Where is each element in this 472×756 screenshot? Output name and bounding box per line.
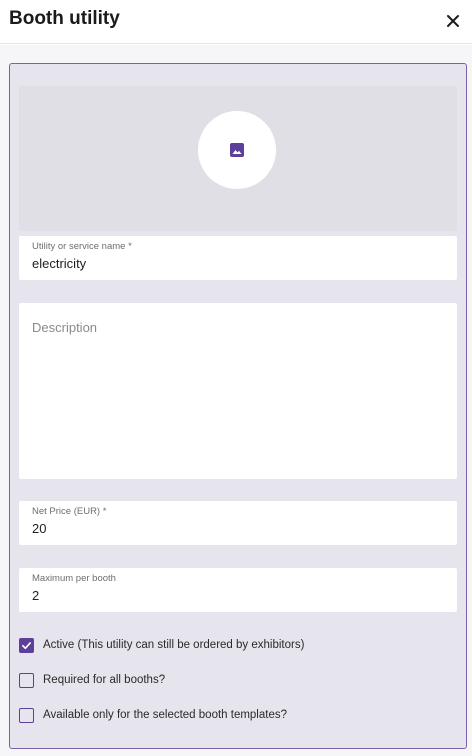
description-field[interactable]: Description: [19, 303, 457, 479]
active-checkbox-label: Active (This utility can still be ordere…: [43, 639, 305, 651]
net-price-value: 20: [32, 521, 47, 536]
utility-form-panel: Utility or service name * electricity De…: [9, 63, 467, 749]
max-per-booth-label: Maximum per booth: [32, 573, 116, 584]
max-per-booth-field[interactable]: Maximum per booth 2: [19, 568, 457, 612]
close-button[interactable]: [441, 9, 465, 33]
image-upload-area: [19, 86, 457, 231]
close-icon: [447, 15, 459, 27]
dialog-header: Booth utility: [0, 0, 472, 44]
utility-name-label: Utility or service name *: [32, 241, 132, 252]
image-upload-button[interactable]: [198, 111, 276, 189]
description-placeholder: Description: [32, 320, 98, 335]
dialog-title: Booth utility: [9, 8, 120, 29]
templates-checkbox[interactable]: [19, 707, 34, 723]
active-checkbox-row[interactable]: Active (This utility can still be ordere…: [19, 635, 304, 655]
net-price-label: Net Price (EUR) *: [32, 506, 107, 517]
required-checkbox[interactable]: [19, 672, 34, 688]
checkmark-icon: [22, 641, 31, 649]
templates-checkbox-row[interactable]: Available only for the selected booth te…: [19, 705, 287, 725]
templates-checkbox-label: Available only for the selected booth te…: [43, 709, 287, 721]
net-price-field[interactable]: Net Price (EUR) * 20: [19, 501, 457, 545]
image-icon: [230, 143, 244, 157]
required-checkbox-label: Required for all booths?: [43, 674, 166, 686]
utility-name-value: electricity: [32, 256, 87, 271]
active-checkbox[interactable]: [19, 637, 34, 653]
required-checkbox-row[interactable]: Required for all booths?: [19, 670, 165, 690]
utility-name-field[interactable]: Utility or service name * electricity: [19, 236, 457, 280]
max-per-booth-value: 2: [32, 588, 40, 603]
